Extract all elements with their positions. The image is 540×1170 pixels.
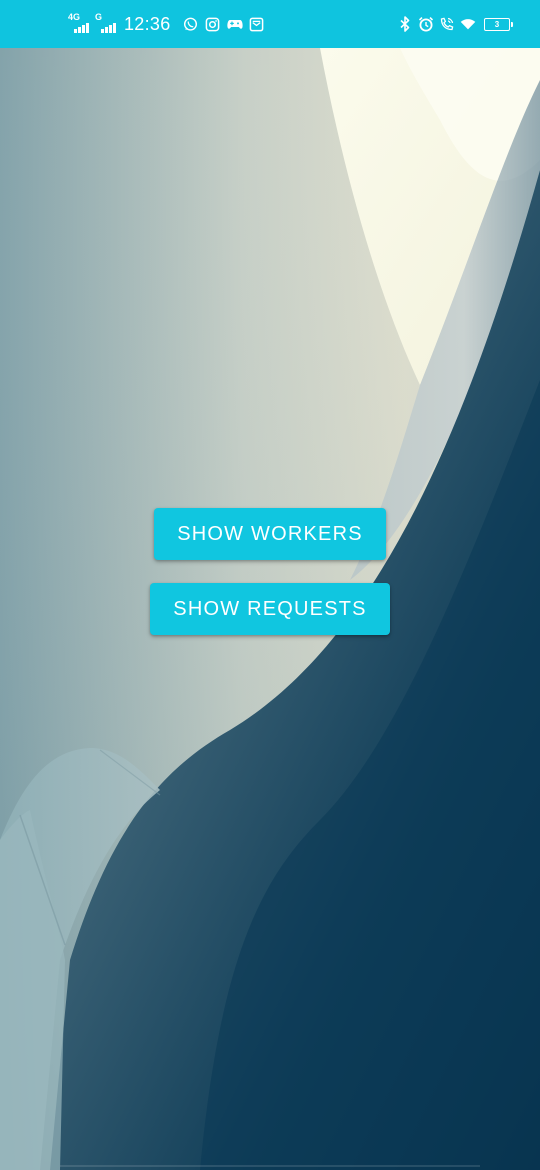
network-type-label-2: G xyxy=(95,12,103,22)
show-workers-button[interactable]: SHOW WORKERS xyxy=(154,508,386,560)
app-screen: 4G G 12:36 3 SHOW WORKERS SHOW REQUESTS xyxy=(0,0,540,1170)
show-requests-button[interactable]: SHOW REQUESTS xyxy=(150,583,390,635)
whatsapp-icon xyxy=(183,16,199,32)
signal-strength-icon: 4G xyxy=(68,12,89,33)
status-bar: 4G G 12:36 3 xyxy=(0,0,540,48)
wifi-icon xyxy=(460,16,476,32)
battery-level-label: 3 xyxy=(494,19,500,29)
battery-icon: 3 xyxy=(484,17,513,31)
alarm-icon xyxy=(418,16,434,32)
wifi-calling-icon xyxy=(439,16,455,32)
status-time: 12:36 xyxy=(124,13,171,34)
network-type-label: 4G xyxy=(68,12,81,22)
status-bar-right: 3 xyxy=(392,0,513,48)
signal-strength-icon-2: G xyxy=(95,12,116,33)
mail-icon xyxy=(249,16,265,32)
instagram-icon xyxy=(205,16,221,32)
navigation-gesture-bar[interactable] xyxy=(60,1165,480,1167)
bluetooth-icon xyxy=(397,16,413,32)
gamepad-icon xyxy=(226,16,243,32)
status-bar-left: 4G G 12:36 xyxy=(68,0,271,48)
